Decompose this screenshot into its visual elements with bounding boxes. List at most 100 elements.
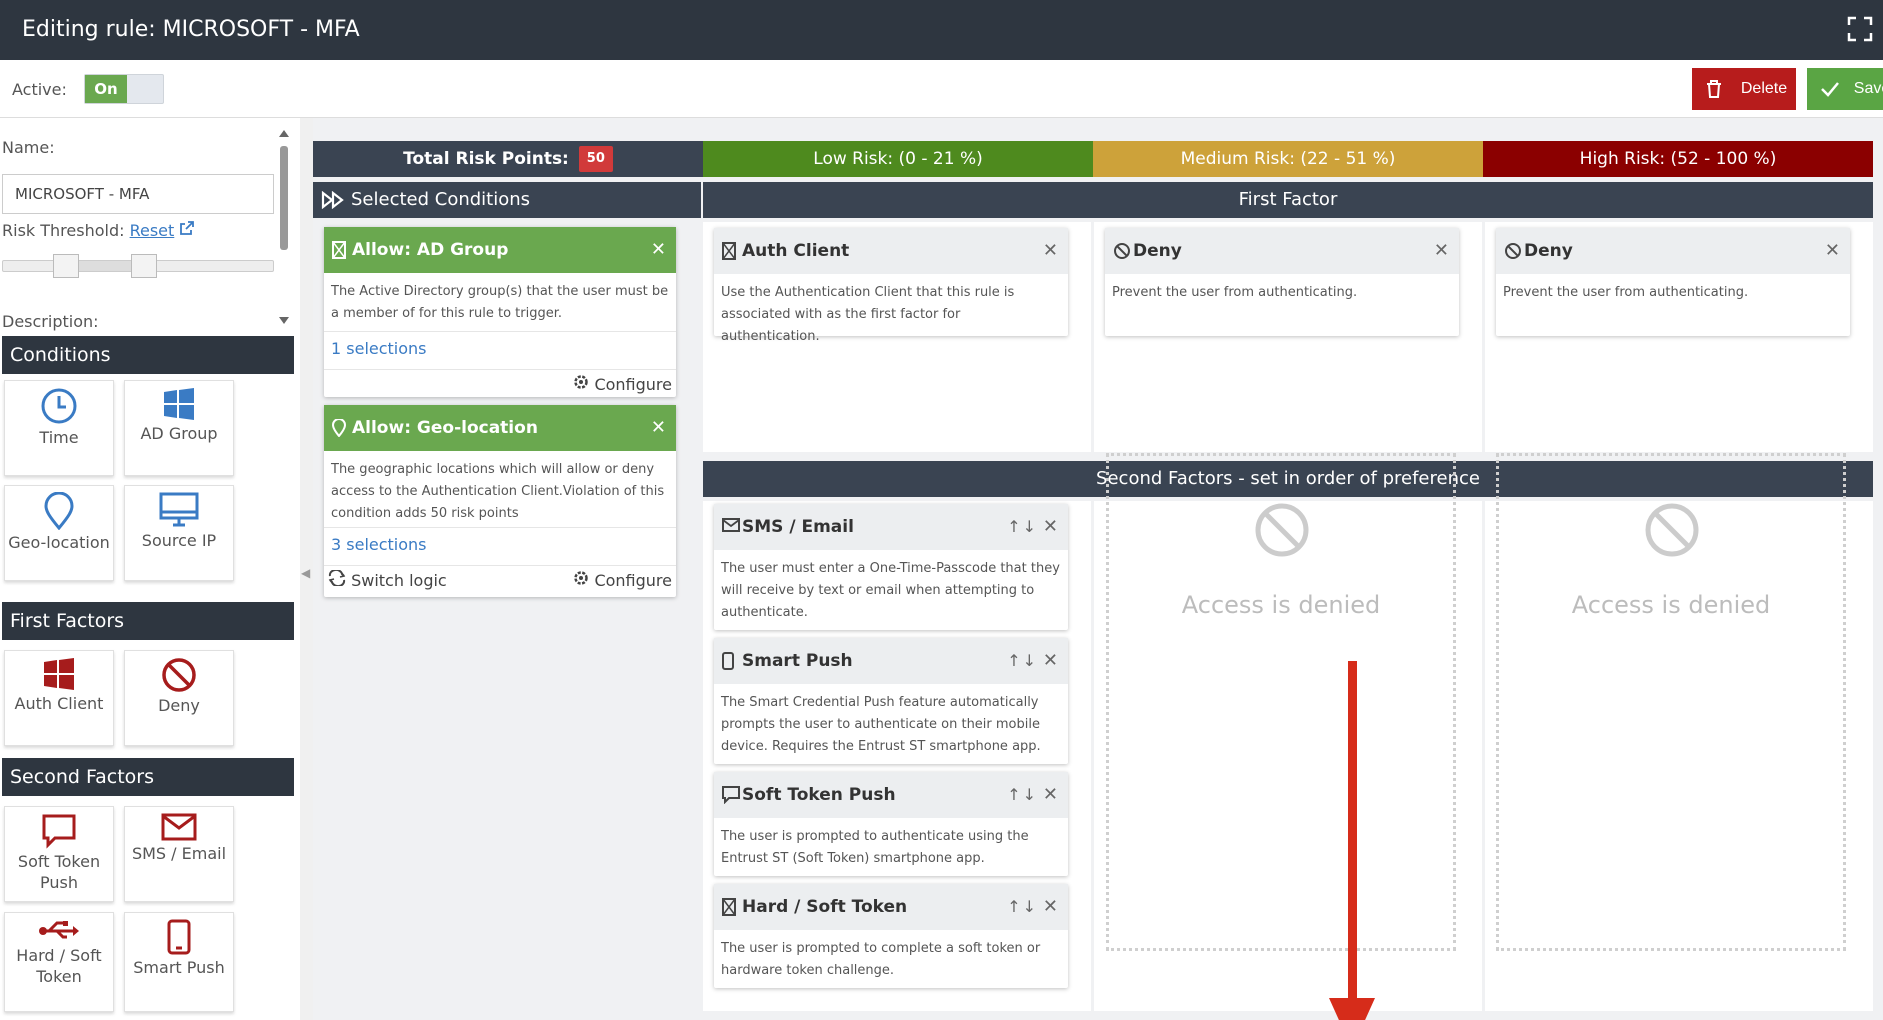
ban-icon [1255, 503, 1309, 557]
first-factors-header: First Factors [2, 602, 294, 640]
palette-soft-token-push[interactable]: Soft Token Push [4, 806, 114, 902]
first-factor-card-deny-high[interactable]: Deny ✕ Prevent the user from authenticat… [1496, 228, 1850, 336]
window-title: Editing rule: MICROSOFT - MFA [22, 17, 360, 42]
second-factor-card-sms-email[interactable]: SMS / Email ↑↓ ✕ The user must enter a O… [714, 504, 1068, 630]
palette-smart-push[interactable]: Smart Push [124, 912, 234, 1012]
active-toggle[interactable]: On [84, 74, 164, 104]
slider-handle-low[interactable] [53, 254, 79, 278]
phone-icon [722, 652, 734, 670]
check-icon [1821, 82, 1839, 97]
name-input[interactable]: MICROSOFT - MFA [2, 174, 274, 214]
close-icon[interactable]: ✕ [651, 405, 666, 451]
switch-logic-button[interactable]: Switch logic [328, 568, 447, 590]
close-icon[interactable]: ✕ [1825, 228, 1840, 274]
reset-link[interactable]: Reset [130, 221, 175, 240]
risk-slider[interactable] [2, 254, 274, 278]
save-button[interactable]: Save [1807, 68, 1883, 110]
first-factor-card-deny-medium[interactable]: Deny ✕ Prevent the user from authenticat… [1105, 228, 1459, 336]
selections-link[interactable]: 1 selections [324, 331, 676, 369]
monitor-icon [159, 492, 199, 527]
total-risk-badge: 50 [578, 146, 613, 172]
slider-handle-high[interactable] [131, 254, 157, 278]
tile-label: Time [39, 428, 79, 447]
close-icon[interactable]: ✕ [1043, 504, 1058, 550]
second-factor-card-hard-soft-token[interactable]: Hard / Soft Token ↑↓ ✕ The user is promp… [714, 884, 1068, 988]
left-panel: Name: MICROSOFT - MFA Risk Threshold: Re… [0, 118, 300, 1020]
palette-geo-location[interactable]: Geo-location [4, 485, 114, 581]
palette-auth-client[interactable]: Auth Client [4, 650, 114, 746]
tile-label: AD Group [140, 424, 218, 443]
palette-source-ip[interactable]: Source IP [124, 485, 234, 581]
close-icon[interactable]: ✕ [651, 227, 666, 273]
total-risk-header: Total Risk Points: 50 [313, 141, 703, 177]
scroll-up-icon[interactable] [278, 128, 290, 138]
card-header: Hard / Soft Token ↑↓ ✕ [714, 884, 1068, 930]
configure-button[interactable]: Configure [573, 374, 672, 394]
palette-sms-email[interactable]: SMS / Email [124, 806, 234, 902]
scroll-thumb[interactable] [280, 146, 288, 250]
delete-button[interactable]: Delete [1692, 68, 1796, 110]
switch-logic-label: Switch logic [351, 571, 447, 590]
close-icon[interactable]: ✕ [1043, 228, 1058, 274]
risk-threshold-label: Risk Threshold: Reset [2, 220, 195, 240]
toggle-on-label: On [85, 75, 127, 103]
windows-icon [44, 658, 74, 690]
swap-icon [328, 568, 346, 588]
collapse-arrow-icon[interactable]: ◀ [301, 566, 310, 580]
card-description: Prevent the user from authenticating. [1112, 285, 1358, 300]
configure-label: Configure [594, 571, 672, 590]
expand-icon[interactable] [1845, 14, 1875, 44]
card-footer: Configure [324, 369, 676, 401]
envelope-icon [722, 518, 740, 532]
card-description: Use the Authentication Client that this … [721, 285, 1015, 344]
conditions-header: Conditions [2, 336, 294, 374]
reorder-arrows-icon[interactable]: ↑↓ [1007, 884, 1038, 930]
reorder-arrows-icon[interactable]: ↑↓ [1007, 504, 1038, 550]
card-description: The Active Directory group(s) that the u… [331, 284, 669, 321]
low-risk-header: Low Risk: (0 - 21 %) [703, 141, 1093, 177]
card-title: SMS / Email [742, 517, 854, 537]
reorder-arrows-icon[interactable]: ↑↓ [1007, 772, 1038, 818]
close-icon[interactable]: ✕ [1434, 228, 1449, 274]
card-footer: Switch logic Configure [324, 565, 676, 597]
palette-deny[interactable]: Deny [124, 650, 234, 746]
second-factor-card-soft-token-push[interactable]: Soft Token Push ↑↓ ✕ The user is prompte… [714, 772, 1068, 876]
palette-time[interactable]: Time [4, 380, 114, 476]
condition-card-ad-group[interactable]: Allow: AD Group ✕ The Active Directory g… [324, 227, 676, 397]
card-header: Allow: AD Group ✕ [324, 227, 676, 273]
clock-icon [41, 388, 77, 424]
phone-icon [167, 919, 191, 955]
reorder-arrows-icon[interactable]: ↑↓ [1007, 638, 1038, 684]
selections-link[interactable]: 3 selections [324, 527, 676, 565]
card-description: Prevent the user from authenticating. [1503, 285, 1749, 300]
card-header: Deny ✕ [1496, 228, 1850, 274]
external-link-icon [180, 221, 195, 235]
palette-ad-group[interactable]: AD Group [124, 380, 234, 476]
card-description: The user is prompted to complete a soft … [721, 941, 1041, 978]
palette-hard-soft-token[interactable]: Hard / Soft Token [4, 912, 114, 1012]
card-header: Soft Token Push ↑↓ ✕ [714, 772, 1068, 818]
ban-icon [1114, 243, 1130, 259]
close-icon[interactable]: ✕ [1043, 638, 1058, 684]
second-factor-card-smart-push[interactable]: Smart Push ↑↓ ✕ The Smart Credential Pus… [714, 638, 1068, 764]
scroll-down-icon[interactable] [278, 316, 290, 326]
card-title: Deny [1524, 241, 1573, 261]
trash-icon [1707, 80, 1721, 98]
form-scrollbar[interactable] [278, 128, 290, 328]
close-icon[interactable]: ✕ [1043, 884, 1058, 930]
panel-divider[interactable]: ◀ [300, 118, 313, 1020]
envelope-icon [161, 813, 197, 841]
access-denied-text: Access is denied [1571, 591, 1771, 619]
tile-label-line2: Push [40, 873, 78, 892]
card-header: Deny ✕ [1105, 228, 1459, 274]
condition-card-geo-location[interactable]: Allow: Geo-location ✕ The geographic loc… [324, 405, 676, 597]
first-factor-card-auth-client[interactable]: Auth Client ✕ Use the Authentication Cli… [714, 228, 1068, 344]
card-description: The Smart Credential Push feature automa… [721, 695, 1041, 754]
card-header: Auth Client ✕ [714, 228, 1068, 274]
tile-label: Source IP [141, 531, 217, 550]
ban-icon [1505, 243, 1521, 259]
delete-label: Delete [1740, 80, 1788, 97]
card-description: The geographic locations which will allo… [331, 462, 665, 521]
close-icon[interactable]: ✕ [1043, 772, 1058, 818]
configure-button[interactable]: Configure [573, 570, 672, 590]
